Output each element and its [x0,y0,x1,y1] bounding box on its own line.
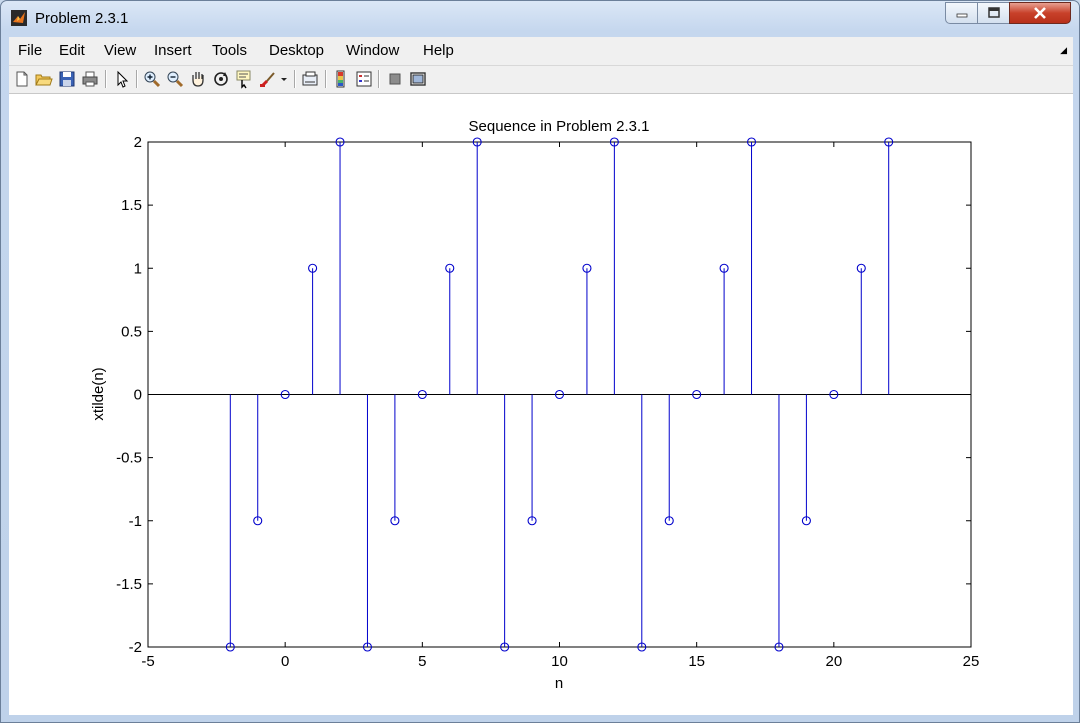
title-bar[interactable]: Problem 2.3.1 [1,1,1079,37]
print-figure-icon[interactable] [80,69,100,89]
minimize-button[interactable] [945,2,978,24]
zoom-out-icon[interactable] [165,69,185,89]
toolbar-separator [325,70,327,88]
brush-icon[interactable] [258,69,278,89]
chart-title: Sequence in Problem 2.3.1 [469,118,650,135]
figure-toolbar [9,66,1073,94]
menu-help[interactable]: Help [423,42,454,59]
y-tick-labels: -2 -1.5 -1 -0.5 0 0.5 1 1.5 2 [116,134,142,656]
y-tick-label: 0.5 [121,323,142,340]
menu-desktop[interactable]: Desktop [269,42,324,59]
x-tick-label: 10 [551,653,568,670]
y-tick-label: -0.5 [116,450,142,467]
y-tick-label: -1.5 [116,576,142,593]
pan-icon[interactable] [188,69,208,89]
insert-legend-icon[interactable] [354,69,374,89]
toolbar-separator [136,70,138,88]
menu-file[interactable]: File [18,42,42,59]
maximize-icon [987,7,1000,18]
y-tick-label: 2 [134,134,142,151]
axes-box [147,141,972,648]
menu-grip-icon[interactable]: ◢ [1060,45,1067,56]
matlab-logo-icon [11,10,27,26]
new-figure-icon[interactable] [12,69,32,89]
figure-window: Problem 2.3.1 File Edit View Insert Tool… [0,0,1080,723]
toolbar-separator [294,70,296,88]
menu-window[interactable]: Window [346,42,399,59]
zoom-in-icon[interactable] [142,69,162,89]
stem-plot[interactable]: -5 0 5 10 15 20 25 -2 -1.5 -1 -0.5 0 0.5 1 1.5 2 Seque… [9,94,1073,715]
minimize-icon [956,13,967,18]
x-tick-labels: -5 0 5 10 15 20 25 [141,653,979,670]
menu-bar: File Edit View Insert Tools Desktop Wind… [9,37,1073,66]
save-figure-icon[interactable] [57,69,77,89]
y-tick-label: -1 [129,513,142,530]
x-tick-label: 20 [825,653,842,670]
show-plot-tools-icon[interactable] [408,69,428,89]
maximize-button[interactable] [977,2,1010,24]
toolbar-separator [105,70,107,88]
window-title: Problem 2.3.1 [35,10,129,27]
x-axis-label: n [555,675,563,692]
x-tick-label: 5 [418,653,426,670]
figure-canvas[interactable]: -5 0 5 10 15 20 25 -2 -1.5 -1 -0.5 0 0.5 1 1.5 2 Seque… [9,94,1073,715]
close-icon [1034,7,1046,19]
x-tick-label: 0 [281,653,289,670]
hide-plot-tools-icon[interactable] [385,69,405,89]
close-button[interactable] [1009,2,1071,24]
data-cursor-icon[interactable] [234,69,254,89]
y-tick-label: -2 [129,639,142,656]
menu-insert[interactable]: Insert [154,42,192,59]
x-tick-label: -5 [141,653,154,670]
x-tick-label: 15 [688,653,705,670]
y-tick-label: 1 [134,260,142,277]
menu-tools[interactable]: Tools [212,42,247,59]
rotate-3d-icon[interactable] [211,69,231,89]
menu-edit[interactable]: Edit [59,42,85,59]
menu-view[interactable]: View [104,42,136,59]
open-file-icon[interactable] [34,69,54,89]
y-axis-label: xtilde(n) [90,367,107,420]
toolbar-separator [378,70,380,88]
x-tick-label: 25 [963,653,980,670]
y-tick-label: 1.5 [121,197,142,214]
link-plot-icon[interactable] [300,69,320,89]
y-tick-label: 0 [134,387,142,404]
insert-colorbar-icon[interactable] [331,69,351,89]
dropdown-arrow-icon[interactable] [279,69,289,89]
edit-plot-icon[interactable] [112,69,132,89]
